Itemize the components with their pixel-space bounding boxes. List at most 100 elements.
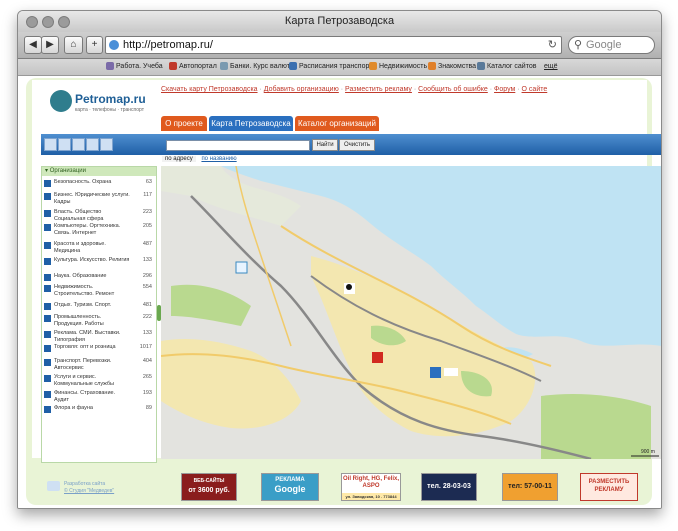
- link-download-map[interactable]: Скачать карту Петрозаводска: [161, 86, 258, 93]
- house-icon: [369, 62, 377, 71]
- category-label: Промышленность. Продукция. Работы: [54, 314, 104, 327]
- category-count: 554: [142, 284, 152, 290]
- browser-toolbar: ◀ ▶ ⌂ + http://petromap.ru/ ↻ ⚲ Google: [18, 32, 661, 59]
- home-button[interactable]: ⌂: [64, 36, 83, 54]
- forward-button[interactable]: ▶: [41, 36, 59, 54]
- category-label: Культура. Искусство. Религия: [54, 257, 130, 263]
- url-text: http://petromap.ru/: [123, 39, 213, 51]
- hand-icon[interactable]: [72, 138, 85, 151]
- search-field[interactable]: ⚲ Google: [568, 36, 655, 54]
- car-icon: [169, 62, 177, 71]
- bookmark-item[interactable]: Недвижимость: [369, 59, 427, 75]
- bookmark-item[interactable]: Каталог сайтов: [477, 59, 536, 75]
- category-label: Наука. Образование: [54, 273, 107, 279]
- category-label: Отдых. Туризм. Спорт.: [54, 302, 112, 308]
- link-advertise[interactable]: Разместить рекламу: [345, 86, 412, 93]
- category-count: 133: [142, 330, 152, 336]
- category-icon: [44, 258, 51, 265]
- find-button[interactable]: Найти: [312, 139, 338, 151]
- browser-window: Карта Петрозаводска ◀ ▶ ⌂ + http://petro…: [17, 10, 662, 509]
- reload-icon[interactable]: ↻: [548, 37, 557, 53]
- banner-advertise[interactable]: РАЗМЕСТИТЬ РЕКЛАМУ: [580, 473, 638, 501]
- add-bookmark-button[interactable]: +: [86, 36, 103, 54]
- category-count: 222: [142, 314, 152, 320]
- category-label: Флора и фауна: [54, 405, 93, 411]
- category-label: Финансы. Страхование. Аудит: [54, 390, 116, 403]
- triangle-down-icon: ▾: [45, 168, 49, 174]
- city-map[interactable]: 900 m: [161, 166, 662, 459]
- category-label: Безопасность. Охрана: [54, 179, 112, 185]
- clear-button[interactable]: Очистить: [339, 139, 375, 151]
- tab-catalog[interactable]: Каталог организаций: [295, 116, 379, 131]
- banner-phone-1[interactable]: тел. 28-03-03: [421, 473, 477, 501]
- sidebar-title: Организации: [49, 168, 86, 174]
- link-add-org[interactable]: Добавить организацию: [264, 86, 339, 93]
- banner-oil[interactable]: Oil Right, HG, Felix, ASPO ул. Заводская…: [341, 473, 401, 501]
- forward-arrow-icon: ▶: [46, 39, 54, 50]
- category-icon: [44, 274, 51, 281]
- tab-about[interactable]: О проекте: [161, 116, 207, 131]
- marker-mcdonalds-icon: [372, 352, 383, 363]
- bookmark-item[interactable]: Знакомства: [428, 59, 476, 75]
- category-count: 205: [142, 223, 152, 229]
- category-icon: [44, 391, 51, 398]
- category-icon: [44, 315, 51, 322]
- link-report-error[interactable]: Сообщить об ошибке: [418, 86, 488, 93]
- marker-transport-icon: [235, 261, 248, 274]
- sidebar-toggle-handle[interactable]: [157, 305, 161, 321]
- link-forum[interactable]: Форум: [494, 86, 515, 93]
- sidebar-header[interactable]: ▾ Организации: [42, 167, 156, 176]
- category-count: 89: [145, 405, 152, 411]
- organizations-sidebar: ▾ Организации Безопасность. Охрана 63 Бизн…: [41, 166, 157, 463]
- plus-icon: +: [91, 39, 98, 50]
- category-label: Реклама. СМИ. Выставки. Типография: [54, 330, 121, 343]
- category-count: 1017: [139, 344, 152, 350]
- zoom-out-icon[interactable]: [58, 138, 71, 151]
- logo-name: Petromap.ru: [75, 92, 146, 106]
- dev-line-1: Разработка сайта: [64, 481, 106, 487]
- bookmark-item[interactable]: Расписания транспорта: [289, 59, 376, 75]
- zoom-in-icon[interactable]: [44, 138, 57, 151]
- bookmark-more[interactable]: ещё: [544, 59, 558, 75]
- category-icon: [44, 375, 51, 382]
- banner-google-ads[interactable]: РЕКЛАМА Google: [261, 473, 319, 501]
- ruler-icon[interactable]: [86, 138, 99, 151]
- bus-icon: [289, 62, 297, 71]
- marker-service-icon: [430, 367, 441, 378]
- back-button[interactable]: ◀: [24, 36, 42, 54]
- back-arrow-icon: ◀: [29, 39, 37, 50]
- category-count: 296: [142, 273, 152, 279]
- tab-by-address[interactable]: по адресу: [162, 156, 196, 162]
- site-logo[interactable]: Petromap.ru карта · телефоны · транспорт: [50, 90, 150, 118]
- category-count: 487: [142, 241, 152, 247]
- link-about[interactable]: О сайте: [522, 86, 548, 93]
- address-bar[interactable]: http://petromap.ru/ ↻: [105, 36, 562, 54]
- category-icon: [44, 345, 51, 352]
- map-canvas[interactable]: 900 m: [161, 166, 662, 459]
- dev-link[interactable]: © Студия "Медведев": [64, 488, 114, 494]
- bookmark-item[interactable]: Автопортал: [169, 59, 217, 75]
- tab-by-name[interactable]: по названию: [201, 156, 236, 162]
- bank-icon: [220, 62, 228, 71]
- category-icon: [44, 285, 51, 292]
- search-placeholder: Google: [586, 39, 622, 51]
- category-label: Торговля: опт и розница: [54, 344, 116, 350]
- page-content: Petromap.ru карта · телефоны · транспорт…: [18, 76, 661, 508]
- category-count: 63: [145, 179, 152, 185]
- banner-websites[interactable]: ВЕБ-САЙТЫ от 3600 руб.: [181, 473, 237, 501]
- magnifier-icon: ⚲: [574, 39, 583, 51]
- category-count: 223: [142, 209, 152, 215]
- bookmarks-bar: Работа. Учеба Автопортал Банки. Курс вал…: [18, 59, 661, 76]
- category-count: 265: [142, 374, 152, 380]
- print-icon[interactable]: [100, 138, 113, 151]
- bookmark-item[interactable]: Работа. Учеба: [106, 59, 163, 75]
- map-search-input[interactable]: [166, 140, 310, 151]
- tab-map[interactable]: Карта Петрозаводска: [209, 116, 293, 131]
- logo-person-icon: [50, 90, 72, 112]
- briefcase-icon: [106, 62, 114, 71]
- top-links: Скачать карту Петрозаводска · Добавить о…: [161, 86, 548, 93]
- bookmark-item[interactable]: Банки. Курс валют: [220, 59, 290, 75]
- category-count: 133: [142, 257, 152, 263]
- banner-phone-2[interactable]: тел: 57-00-11: [502, 473, 558, 501]
- category-label: Власть. Общество Социальная сфера: [54, 209, 104, 222]
